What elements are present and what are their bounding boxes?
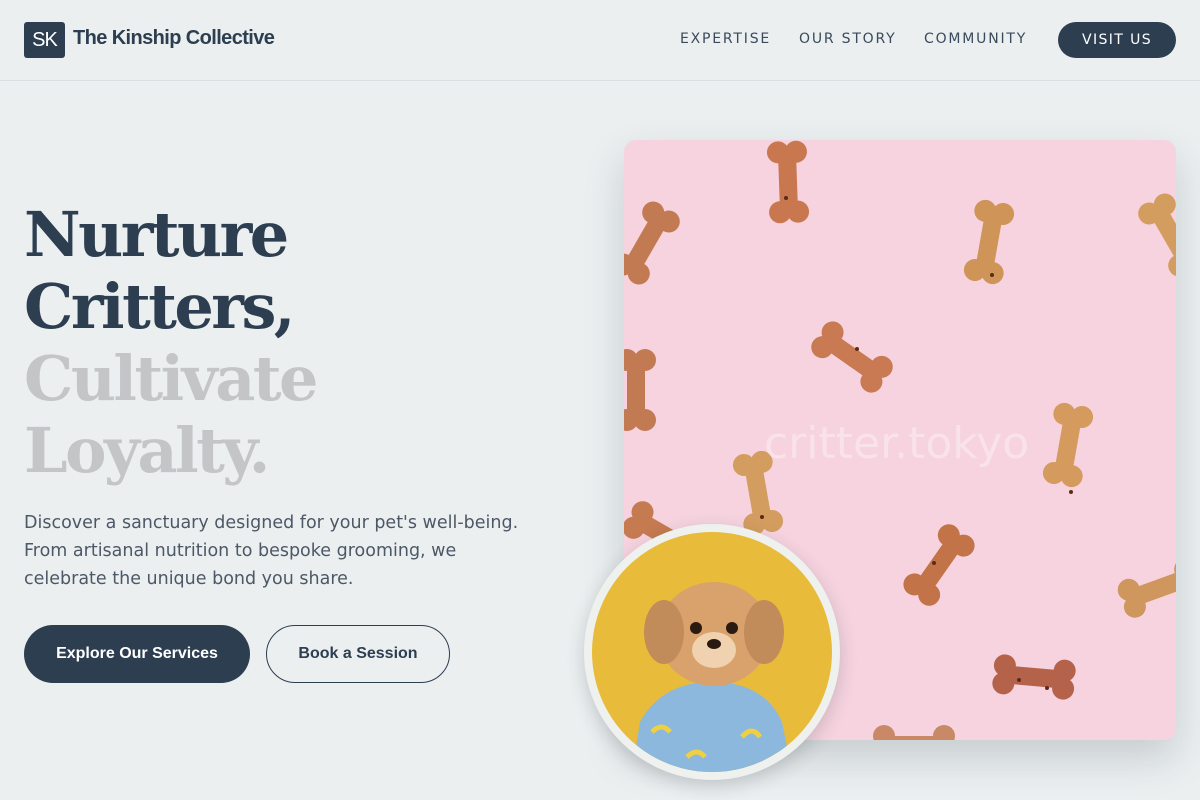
biscuit: [624, 349, 656, 431]
biscuit: [1041, 401, 1095, 489]
top-navigation: SK The Kinship Collective EXPERTISE OUR …: [0, 0, 1200, 81]
nav-link-expertise[interactable]: EXPERTISE: [680, 31, 771, 47]
image-watermark: critter.tokyo: [764, 418, 1030, 469]
book-session-button[interactable]: Book a Session: [266, 625, 450, 683]
hero-headline: Nurture Critters, Cultivate Loyalty.: [24, 198, 318, 487]
biscuit: [1114, 555, 1176, 621]
headline-line-3: Cultivate: [24, 342, 318, 415]
biscuit: [873, 725, 955, 740]
explore-services-button[interactable]: Explore Our Services: [24, 625, 250, 683]
headline-line-2: Critters,: [24, 270, 295, 343]
headline-line-1: Nurture: [24, 198, 289, 271]
biscuit: [962, 198, 1016, 286]
dog-portrait-illustration: [592, 532, 832, 772]
dog-portrait-avatar: [584, 524, 840, 780]
visit-us-button[interactable]: VISIT US: [1058, 22, 1176, 58]
biscuit: [991, 653, 1077, 701]
nav-link-our-story[interactable]: OUR STORY: [799, 31, 897, 47]
brand-name[interactable]: The Kinship Collective: [73, 27, 275, 50]
nav-link-community[interactable]: COMMUNITY: [924, 31, 1027, 47]
biscuit: [899, 519, 979, 611]
headline-line-4: Loyalty.: [24, 414, 270, 487]
biscuit: [624, 197, 684, 289]
biscuit: [766, 140, 810, 224]
hero-description: Discover a sanctuary designed for your p…: [24, 513, 519, 589]
biscuit: [1134, 189, 1176, 281]
biscuit: [806, 317, 898, 397]
logo-badge[interactable]: SK: [24, 22, 65, 58]
